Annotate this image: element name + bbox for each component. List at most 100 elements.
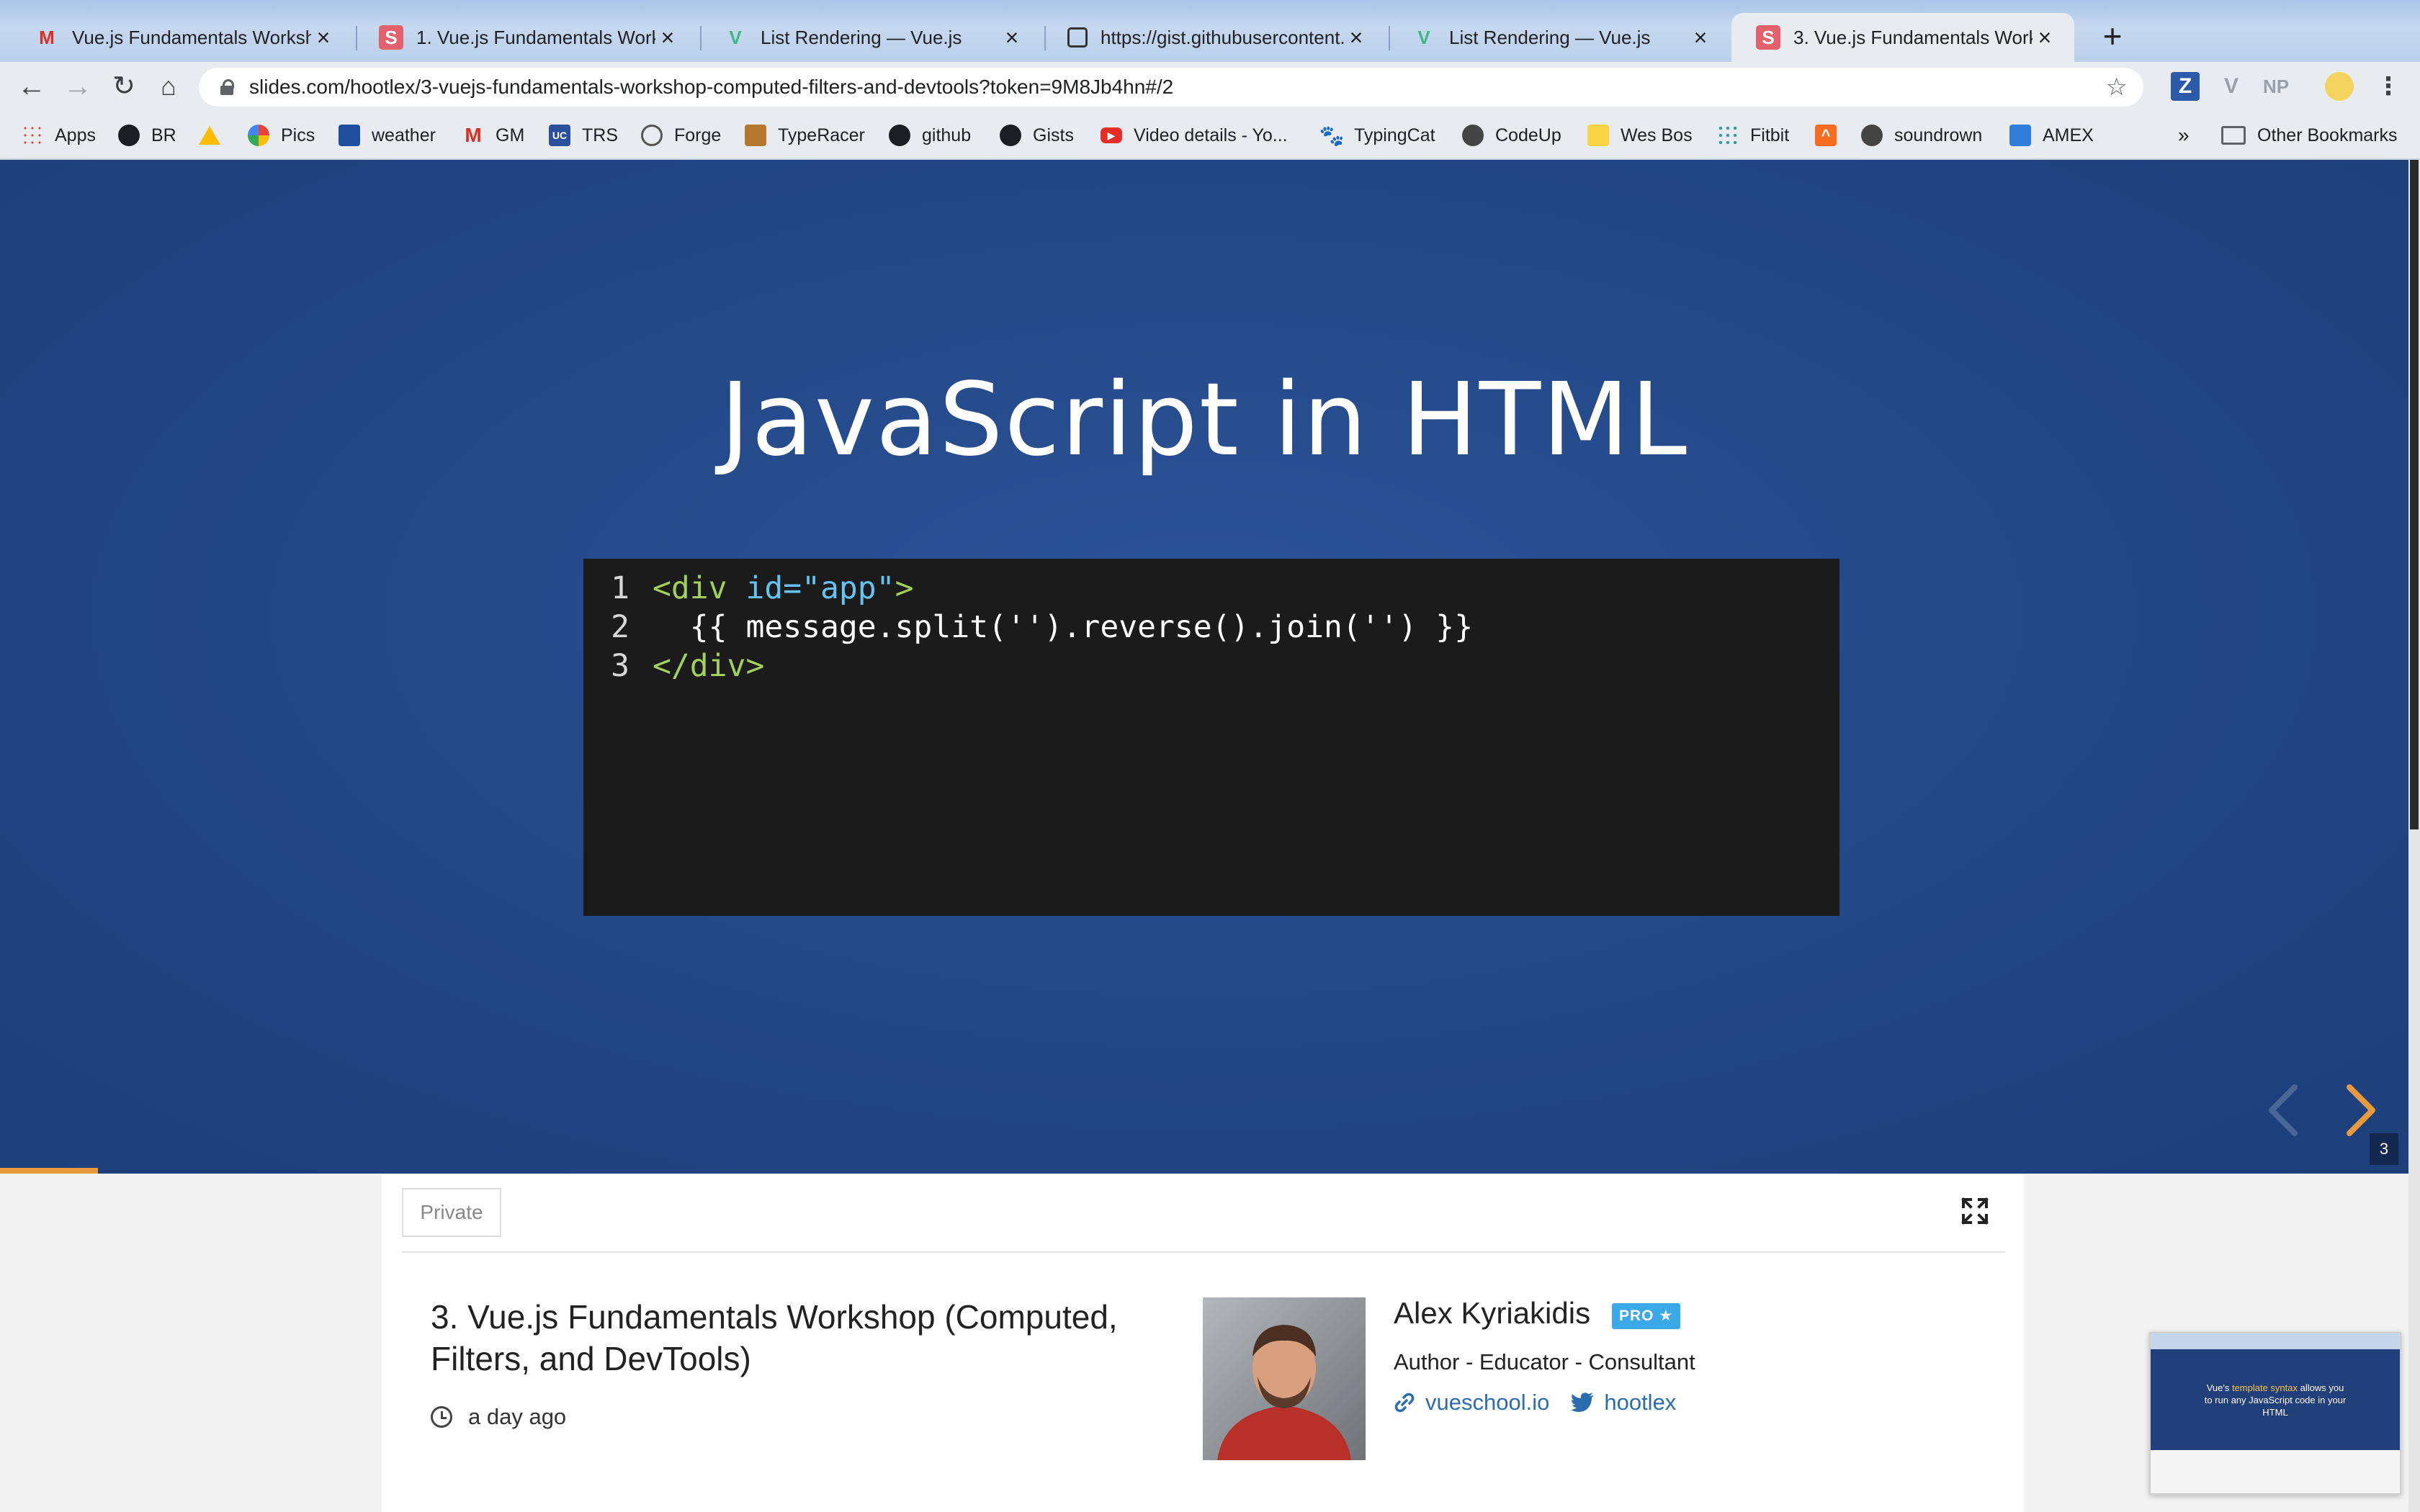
apps-grid-icon bbox=[22, 125, 43, 146]
lock-icon bbox=[220, 79, 234, 95]
folder-icon bbox=[2221, 126, 2246, 145]
code-line: 2 {{ message.split('').reverse().join(''… bbox=[583, 608, 1839, 647]
browser-tab[interactable]: V List Rendering — Vue.js × bbox=[1387, 13, 1730, 62]
browser-tab-active[interactable]: S 3. Vue.js Fundamentals Workshop × bbox=[1731, 13, 2074, 62]
browser-tab[interactable]: M Vue.js Fundamentals Workshop × bbox=[10, 13, 353, 62]
slides-icon: S bbox=[1756, 25, 1780, 50]
bookmark-gists[interactable]: Gists bbox=[1000, 121, 1074, 150]
strava-icon: ^ bbox=[1815, 125, 1837, 146]
page-scrollbar-thumb[interactable] bbox=[2410, 160, 2419, 829]
reload-icon[interactable]: ↻ bbox=[105, 68, 143, 105]
address-bar[interactable]: slides.com/hootlex/3-vuejs-fundamentals-… bbox=[199, 68, 2143, 107]
code-line: 1 <div id="app"> bbox=[583, 569, 1839, 608]
close-tab-icon[interactable]: × bbox=[1688, 25, 1713, 50]
profile-avatar[interactable] bbox=[2325, 72, 2354, 101]
github-icon bbox=[1000, 125, 1021, 146]
bookmark-soundrown[interactable]: soundrown bbox=[1861, 121, 1982, 150]
bookmark-wes-bos[interactable]: Wes Bos bbox=[1587, 121, 1693, 150]
close-tab-icon[interactable]: × bbox=[2033, 25, 2057, 50]
bookmark-video-details[interactable]: ▶ Video details - Yo... bbox=[1101, 121, 1288, 150]
next-slide-arrow-icon[interactable] bbox=[2339, 1081, 2383, 1139]
extension-z-icon[interactable]: Z bbox=[2171, 72, 2200, 101]
author-name[interactable]: Alex Kyriakidis bbox=[1394, 1296, 1590, 1331]
photos-icon bbox=[248, 125, 269, 146]
amex-icon bbox=[2009, 125, 2031, 146]
tab-title: List Rendering — Vue.js bbox=[761, 26, 962, 48]
browser-menu-icon[interactable]: ⋮ bbox=[2374, 72, 2403, 101]
bookmark-weather[interactable]: weather bbox=[339, 121, 436, 150]
deck-title: 3. Vue.js Fundamentals Workshop (Compute… bbox=[431, 1298, 1118, 1377]
close-tab-icon[interactable]: × bbox=[655, 25, 680, 50]
bookmark-typingcat[interactable]: 🐾 TypingCat bbox=[1319, 121, 1435, 150]
bookmark-strava[interactable]: ^ bbox=[1815, 121, 1848, 150]
previous-slide-arrow-icon[interactable] bbox=[2262, 1081, 2305, 1139]
bookmark-star-icon[interactable]: ☆ bbox=[2106, 73, 2128, 102]
forward-icon[interactable]: → bbox=[59, 68, 97, 105]
bookmark-amex[interactable]: AMEX bbox=[2009, 121, 2094, 150]
bookmark-drive[interactable] bbox=[199, 121, 232, 150]
slide-viewport: JavaScript in HTML 1 <div id="app"> 2 {{ m… bbox=[0, 160, 2408, 1174]
globe-icon bbox=[1067, 27, 1088, 48]
card-divider bbox=[402, 1251, 2005, 1253]
tab-title: List Rendering — Vue.js bbox=[1449, 26, 1651, 48]
close-tab-icon[interactable]: × bbox=[311, 25, 336, 50]
bookmark-forge[interactable]: Forge bbox=[641, 121, 721, 150]
back-icon[interactable]: ← bbox=[13, 68, 50, 105]
extension-np-icon[interactable]: NP bbox=[2262, 72, 2290, 101]
slide-preview-thumbnail[interactable]: Vue's template syntax allows you to run … bbox=[2149, 1332, 2401, 1495]
slides-icon: S bbox=[379, 25, 403, 50]
bookmark-br[interactable]: BR bbox=[118, 121, 176, 150]
code-token: "app" bbox=[802, 570, 895, 606]
bookmark-apps[interactable]: Apps bbox=[22, 121, 96, 150]
bookmarks-overflow-button[interactable]: » bbox=[2178, 121, 2190, 150]
close-tab-icon[interactable]: × bbox=[1000, 25, 1024, 50]
bookmark-trs[interactable]: UC TRS bbox=[549, 121, 618, 150]
bookmark-typeracer[interactable]: TypeRacer bbox=[745, 121, 865, 150]
browser-tab[interactable]: https://gist.githubusercontent.com × bbox=[1043, 13, 1386, 62]
author-photo bbox=[1203, 1297, 1366, 1460]
browser-tab[interactable]: V List Rendering — Vue.js × bbox=[699, 13, 1041, 62]
fitbit-icon bbox=[1717, 125, 1739, 146]
browser-tab[interactable]: S 1. Vue.js Fundamentals Workshop × bbox=[354, 13, 697, 62]
bookmark-gm[interactable]: M GM bbox=[462, 121, 524, 150]
home-icon[interactable]: ⌂ bbox=[150, 68, 187, 105]
twitter-link[interactable]: hootlex bbox=[1571, 1390, 1676, 1416]
fullscreen-icon[interactable] bbox=[1960, 1197, 1989, 1225]
bookmark-github[interactable]: github bbox=[889, 121, 971, 150]
weather-icon bbox=[339, 125, 360, 146]
code-block: 1 <div id="app"> 2 {{ message.split('').re… bbox=[583, 559, 1839, 916]
youtube-icon: ▶ bbox=[1101, 127, 1122, 143]
close-tab-icon[interactable]: × bbox=[1344, 25, 1368, 50]
pro-badge: PRO ★ bbox=[1612, 1303, 1681, 1329]
thumbnail-browser-chrome bbox=[2151, 1333, 2400, 1349]
clock-icon bbox=[431, 1406, 452, 1428]
bookmark-codeup[interactable]: CodeUp bbox=[1462, 121, 1561, 150]
forge-icon bbox=[641, 125, 663, 146]
github-icon bbox=[889, 125, 910, 146]
line-number: 3 bbox=[611, 648, 629, 684]
code-token: </div> bbox=[653, 648, 765, 684]
browser-tab-strip: M Vue.js Fundamentals Workshop × S 1. Vu… bbox=[0, 0, 2420, 62]
visibility-badge: Private bbox=[402, 1188, 501, 1237]
author-avatar[interactable] bbox=[1203, 1297, 1366, 1460]
extension-v-icon[interactable]: V bbox=[2217, 72, 2246, 101]
new-tab-button[interactable]: + bbox=[2094, 19, 2130, 55]
bookmark-pics[interactable]: Pics bbox=[248, 121, 315, 150]
code-token: {{ message.split('').reverse().join('') … bbox=[653, 609, 1474, 645]
bookmark-fitbit[interactable]: Fitbit bbox=[1717, 121, 1789, 150]
tab-title: https://gist.githubusercontent.com bbox=[1101, 26, 1344, 48]
google-drive-icon bbox=[199, 126, 220, 145]
codeup-icon bbox=[1462, 125, 1484, 146]
code-token: = bbox=[783, 570, 802, 606]
line-number: 1 bbox=[611, 570, 629, 606]
tab-title: 1. Vue.js Fundamentals Workshop bbox=[416, 26, 655, 48]
typeracer-icon bbox=[745, 125, 766, 146]
thumbnail-slide: Vue's template syntax allows you to run … bbox=[2151, 1349, 2400, 1450]
bookmark-other-bookmarks[interactable]: Other Bookmarks bbox=[2221, 121, 2398, 150]
wes-bos-icon bbox=[1587, 125, 1609, 146]
website-link[interactable]: vueschool.io bbox=[1394, 1390, 1549, 1416]
author-links: vueschool.io hootlex bbox=[1394, 1390, 1698, 1416]
deck-info-card: Private 3. Vue.js Fundamentals Workshop … bbox=[382, 1174, 2024, 1512]
code-token: <div bbox=[653, 570, 746, 606]
url-text: slides.com/hootlex/3-vuejs-fundamentals-… bbox=[249, 76, 1174, 98]
